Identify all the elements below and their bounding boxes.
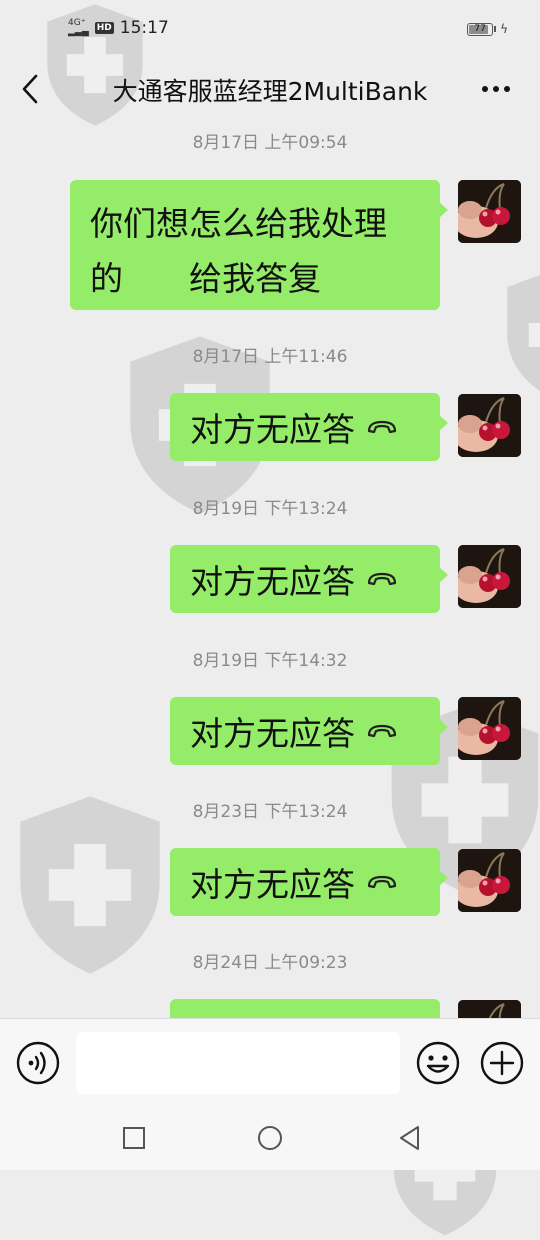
call-status-text: 对方无应答 — [190, 1009, 355, 1018]
plus-icon — [480, 1041, 524, 1085]
battery-indicator: 77 ϟ — [467, 22, 508, 36]
hd-badge: HD — [94, 22, 114, 34]
chevron-left-icon — [22, 74, 38, 104]
more-dots-icon — [482, 86, 510, 92]
more-functions-button[interactable] — [480, 1041, 524, 1085]
cherry-avatar-icon — [458, 697, 521, 760]
circle-icon — [258, 1126, 282, 1150]
message-timestamp: 8月19日 下午13:24 — [192, 499, 348, 519]
hangup-phone-icon — [367, 874, 397, 890]
message-timestamp: 8月19日 下午14:32 — [192, 651, 348, 671]
avatar[interactable] — [458, 180, 521, 243]
avatar[interactable] — [458, 697, 521, 760]
call-status-text: 对方无应答 — [190, 410, 355, 449]
avatar[interactable] — [458, 1000, 521, 1018]
back-button[interactable] — [16, 70, 50, 108]
voice-button[interactable] — [16, 1041, 60, 1085]
more-options-button[interactable] — [478, 74, 514, 104]
missed-call-bubble[interactable]: 对方无应答 — [170, 999, 440, 1018]
message-text-line: 你们想怎么给我处理 — [90, 204, 387, 243]
missed-call-bubble[interactable]: 对方无应答 — [170, 393, 448, 461]
cherry-avatar-icon — [458, 849, 521, 912]
avatar[interactable] — [458, 394, 521, 457]
signal-icon: ▂▃▄ — [68, 27, 89, 37]
missed-call-bubble[interactable]: 对方无应答 — [170, 545, 448, 613]
call-status-text: 对方无应答 — [190, 865, 355, 904]
status-time: 15:17 — [119, 18, 169, 38]
emoji-button[interactable] — [416, 1041, 460, 1085]
message-timestamp: 8月17日 上午09:54 — [192, 133, 348, 153]
avatar[interactable] — [458, 849, 521, 912]
message-timestamp: 8月17日 上午11:46 — [192, 347, 348, 367]
chat-title: 大通客服蓝经理2MultiBank — [112, 77, 428, 106]
recent-apps-button[interactable] — [118, 1122, 150, 1154]
system-back-button[interactable] — [394, 1122, 426, 1154]
home-button[interactable] — [254, 1122, 286, 1154]
message-timestamp: 8月24日 上午09:23 — [192, 953, 348, 973]
battery-level: 77 — [474, 23, 486, 34]
message-text-line: 的 给我答复 — [90, 259, 321, 298]
hangup-phone-icon — [367, 419, 397, 435]
triangle-back-icon — [400, 1126, 419, 1150]
emoji-icon — [416, 1041, 460, 1085]
chat-header: 大通客服蓝经理2MultiBank — [0, 60, 540, 118]
system-navigation-bar — [0, 1106, 540, 1170]
message-input[interactable] — [76, 1032, 400, 1094]
text-message-bubble[interactable]: 你们想怎么给我处理 的 给我答复 — [70, 180, 448, 310]
call-status-text: 对方无应答 — [190, 714, 355, 753]
status-bar: 4G⁺ ▂▃▄ HD 15:17 77 ϟ — [0, 0, 540, 60]
cherry-avatar-icon — [458, 545, 521, 608]
missed-call-bubble[interactable]: 对方无应答 — [170, 848, 448, 916]
network-indicator: 4G⁺ ▂▃▄ — [68, 19, 89, 37]
square-icon — [123, 1127, 145, 1149]
call-status-text: 对方无应答 — [190, 562, 355, 601]
charging-icon: ϟ — [500, 22, 508, 36]
voice-icon — [16, 1041, 60, 1085]
cherry-avatar-icon — [458, 180, 521, 243]
hangup-phone-icon — [367, 571, 397, 587]
missed-call-bubble[interactable]: 对方无应答 — [170, 697, 448, 765]
avatar[interactable] — [458, 545, 521, 608]
cherry-avatar-icon — [458, 394, 521, 457]
input-bar — [0, 1018, 540, 1107]
status-left: 4G⁺ ▂▃▄ HD 15:17 — [68, 18, 169, 38]
message-timestamp: 8月23日 下午13:24 — [192, 802, 348, 822]
battery-tip — [494, 26, 497, 32]
hangup-phone-icon — [367, 723, 397, 739]
battery-icon: 77 — [467, 22, 494, 36]
message-list[interactable]: 8月17日 上午09:54 你们想怎么给我处理 的 给我答复 8月17日 上午1… — [0, 118, 540, 1018]
cherry-avatar-icon — [458, 1000, 521, 1018]
